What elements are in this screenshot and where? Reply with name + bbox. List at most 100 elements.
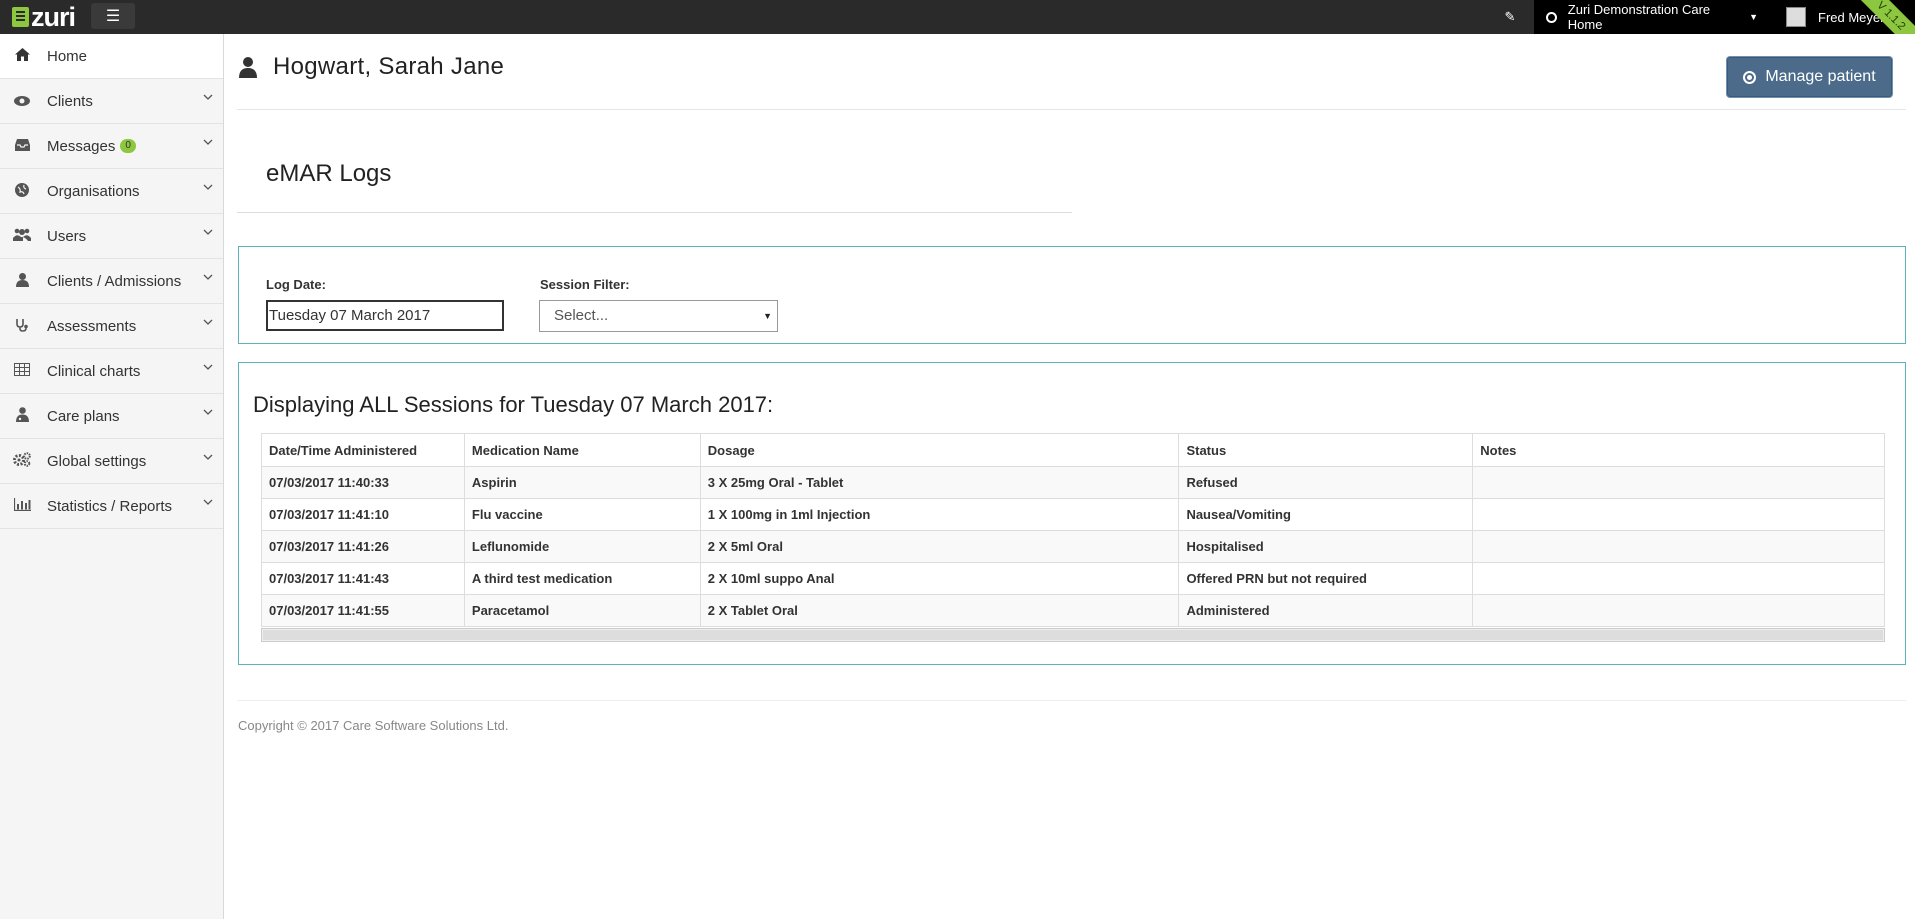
- patient-name: Hogwart, Sarah Jane: [273, 53, 505, 80]
- cell-dosage: 1 X 100mg in 1ml Injection: [699, 498, 1180, 531]
- user-menu[interactable]: Fred Meyer V 1.1.2: [1774, 0, 1915, 34]
- chevron-down-icon: [203, 274, 213, 280]
- users-icon: [12, 228, 32, 244]
- cell-medication: Paracetamol: [463, 594, 701, 627]
- stethoscope-icon: [12, 318, 32, 335]
- cell-status: Nausea/Vomiting: [1178, 498, 1474, 531]
- column-header[interactable]: Status: [1178, 433, 1474, 467]
- bar-chart-icon: [12, 498, 32, 514]
- sidebar-item-label: Care plans: [47, 407, 120, 425]
- hamburger-icon: ☰: [105, 8, 121, 25]
- table-horizontal-scrollbar[interactable]: [261, 628, 1885, 642]
- table-header-row: Date/Time Administered Medication Name D…: [261, 433, 1885, 467]
- column-header[interactable]: Dosage: [699, 433, 1180, 467]
- sidebar-item-statistics-reports[interactable]: Statistics / Reports: [0, 484, 223, 529]
- cell-notes: [1472, 498, 1885, 531]
- sidebar-item-users[interactable]: Users: [0, 214, 223, 259]
- sidebar-item-label: Users: [47, 227, 87, 245]
- log-date-input[interactable]: Tuesday 07 March 2017: [266, 300, 504, 331]
- divider: [237, 212, 1072, 213]
- cell-notes: [1472, 530, 1885, 563]
- target-icon: [1546, 11, 1557, 23]
- cogs-icon: [12, 452, 32, 470]
- table-row[interactable]: 07/03/2017 11:40:33 Aspirin 3 X 25mg Ora…: [261, 466, 1885, 499]
- caret-down-icon: ▼: [763, 311, 772, 321]
- column-header[interactable]: Date/Time Administered: [261, 433, 465, 467]
- manage-patient-button[interactable]: Manage patient: [1727, 57, 1892, 97]
- sidebar-item-organisations[interactable]: Organisations: [0, 169, 223, 214]
- column-header[interactable]: Medication Name: [463, 433, 701, 467]
- cell-datetime: 07/03/2017 11:41:10: [261, 498, 465, 531]
- sidebar-item-label: Clients / Admissions: [47, 272, 182, 290]
- log-date-label: Log Date:: [266, 277, 326, 292]
- session-filter-value: Select...: [554, 307, 609, 324]
- patient-header: Hogwart, Sarah Jane: [237, 53, 504, 81]
- session-filter-label: Session Filter:: [540, 277, 630, 292]
- chevron-down-icon: [203, 499, 213, 505]
- organisation-dropdown[interactable]: Zuri Demonstration Care Home ▼: [1534, 0, 1774, 34]
- sidebar-item-care-plans[interactable]: Care plans: [0, 394, 223, 439]
- chevron-down-icon: [203, 184, 213, 190]
- sidebar-item-label: Assessments: [47, 317, 137, 335]
- cell-status: Refused: [1178, 466, 1474, 499]
- organisation-name: Zuri Demonstration Care Home: [1567, 2, 1711, 32]
- chevron-down-icon: [203, 94, 213, 100]
- cell-status: Hospitalised: [1178, 530, 1474, 563]
- cell-medication: A third test medication: [463, 562, 701, 595]
- home-icon: [12, 48, 32, 64]
- user-icon: [239, 57, 257, 78]
- results-heading: Displaying ALL Sessions for Tuesday 07 M…: [253, 392, 774, 417]
- logo-text: zuri: [31, 2, 76, 32]
- chevron-down-icon: [203, 229, 213, 235]
- sidebar-item-label: Organisations: [47, 182, 140, 200]
- sidebar-item-clients-admissions[interactable]: Clients / Admissions: [0, 259, 223, 304]
- section-title: eMAR Logs: [266, 160, 392, 187]
- cell-medication: Aspirin: [463, 466, 701, 499]
- results-panel: Displaying ALL Sessions for Tuesday 07 M…: [238, 362, 1906, 665]
- sidebar-item-clients[interactable]: Clients: [0, 79, 223, 124]
- zuri-logo[interactable]: zuri: [12, 2, 76, 32]
- target-icon: [1743, 70, 1757, 84]
- column-header[interactable]: Notes: [1472, 433, 1885, 467]
- sidebar-item-clinical-charts[interactable]: Clinical charts: [0, 349, 223, 394]
- sidebar-item-label: Home: [47, 47, 88, 65]
- sidebar-toggle-button[interactable]: ☰: [91, 3, 135, 29]
- emar-log-table: Date/Time Administered Medication Name D…: [261, 433, 1885, 627]
- cell-medication: Flu vaccine: [463, 498, 701, 531]
- cell-datetime: 07/03/2017 11:41:55: [261, 594, 465, 627]
- message-count-badge: 0: [120, 139, 136, 153]
- logo-mark-icon: [12, 7, 29, 27]
- table-row[interactable]: 07/03/2017 11:41:10 Flu vaccine 1 X 100m…: [261, 498, 1885, 531]
- globe-icon: [12, 182, 32, 200]
- sidebar-item-label: Global settings: [47, 452, 147, 470]
- sidebar-item-global-settings[interactable]: Global settings: [0, 439, 223, 484]
- session-filter-select[interactable]: Select... ▼: [539, 300, 778, 332]
- table-row[interactable]: 07/03/2017 11:41:55 Paracetamol 2 X Tabl…: [261, 594, 1885, 627]
- table-row[interactable]: 07/03/2017 11:41:43 A third test medicat…: [261, 562, 1885, 595]
- sidebar-item-label: Clients: [47, 92, 93, 110]
- divider: [237, 109, 1906, 110]
- chevron-down-icon: [203, 454, 213, 460]
- sidebar: Home Clients Messages 0 Organisations Us…: [0, 34, 224, 919]
- divider: [237, 700, 1906, 701]
- table-row[interactable]: 07/03/2017 11:41:26 Leflunomide 2 X 5ml …: [261, 530, 1885, 563]
- top-navbar: zuri ☰ ✎ Zuri Demonstration Care Home ▼ …: [0, 0, 1915, 34]
- sidebar-item-label: Clinical charts: [47, 362, 141, 380]
- cell-dosage: 2 X 10ml suppo Anal: [699, 562, 1180, 595]
- caret-down-icon: ▼: [1749, 12, 1758, 22]
- scrollbar-thumb[interactable]: [263, 630, 1883, 640]
- table-icon: [12, 363, 32, 379]
- chevron-down-icon: [203, 319, 213, 325]
- sidebar-item-assessments[interactable]: Assessments: [0, 304, 223, 349]
- sidebar-item-label: Messages: [47, 137, 116, 155]
- cell-dosage: 2 X Tablet Oral: [699, 594, 1180, 627]
- inbox-icon: [12, 138, 32, 154]
- edit-icon[interactable]: ✎: [1500, 7, 1520, 27]
- sidebar-item-label: Statistics / Reports: [47, 497, 173, 515]
- manage-patient-label: Manage patient: [1765, 68, 1876, 85]
- cell-notes: [1472, 594, 1885, 627]
- sidebar-item-home[interactable]: Home: [0, 34, 223, 79]
- avatar: [1786, 7, 1806, 27]
- sidebar-item-messages[interactable]: Messages 0: [0, 124, 223, 169]
- cell-notes: [1472, 466, 1885, 499]
